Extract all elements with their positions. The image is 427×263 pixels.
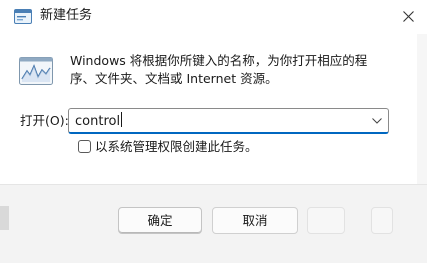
browse-button[interactable] (307, 207, 345, 234)
run-dialog-icon (14, 9, 32, 24)
close-icon (403, 10, 414, 22)
cancel-button[interactable]: 取消 (212, 207, 298, 234)
open-input[interactable]: control (75, 112, 123, 131)
admin-checkbox-label[interactable]: 以系统管理权限创建此任务。 (95, 138, 258, 156)
open-input-value: control (75, 114, 121, 129)
title-bar[interactable]: 新建任务 (0, 0, 427, 34)
dropdown-button[interactable] (369, 112, 385, 130)
dialog-title: 新建任务 (40, 8, 93, 23)
create-new-task-dialog: 新建任务 Windows 将根据你所键入的名称，为你打开相应的程序、文件夹、文档… (0, 0, 427, 263)
ok-button[interactable]: 确定 (118, 207, 202, 234)
background-edge (0, 206, 9, 230)
text-caret (121, 112, 123, 127)
open-combobox[interactable]: control (68, 108, 389, 134)
chevron-down-icon (372, 118, 382, 124)
extra-button[interactable] (371, 207, 393, 234)
close-button[interactable] (390, 0, 427, 32)
window-edge (417, 34, 427, 184)
open-label: 打开(O): (20, 113, 69, 128)
admin-checkbox[interactable] (78, 140, 91, 153)
dialog-description: Windows 将根据你所键入的名称，为你打开相应的程序、文件夹、文档或 Int… (70, 53, 368, 86)
performance-monitor-icon (19, 57, 53, 85)
